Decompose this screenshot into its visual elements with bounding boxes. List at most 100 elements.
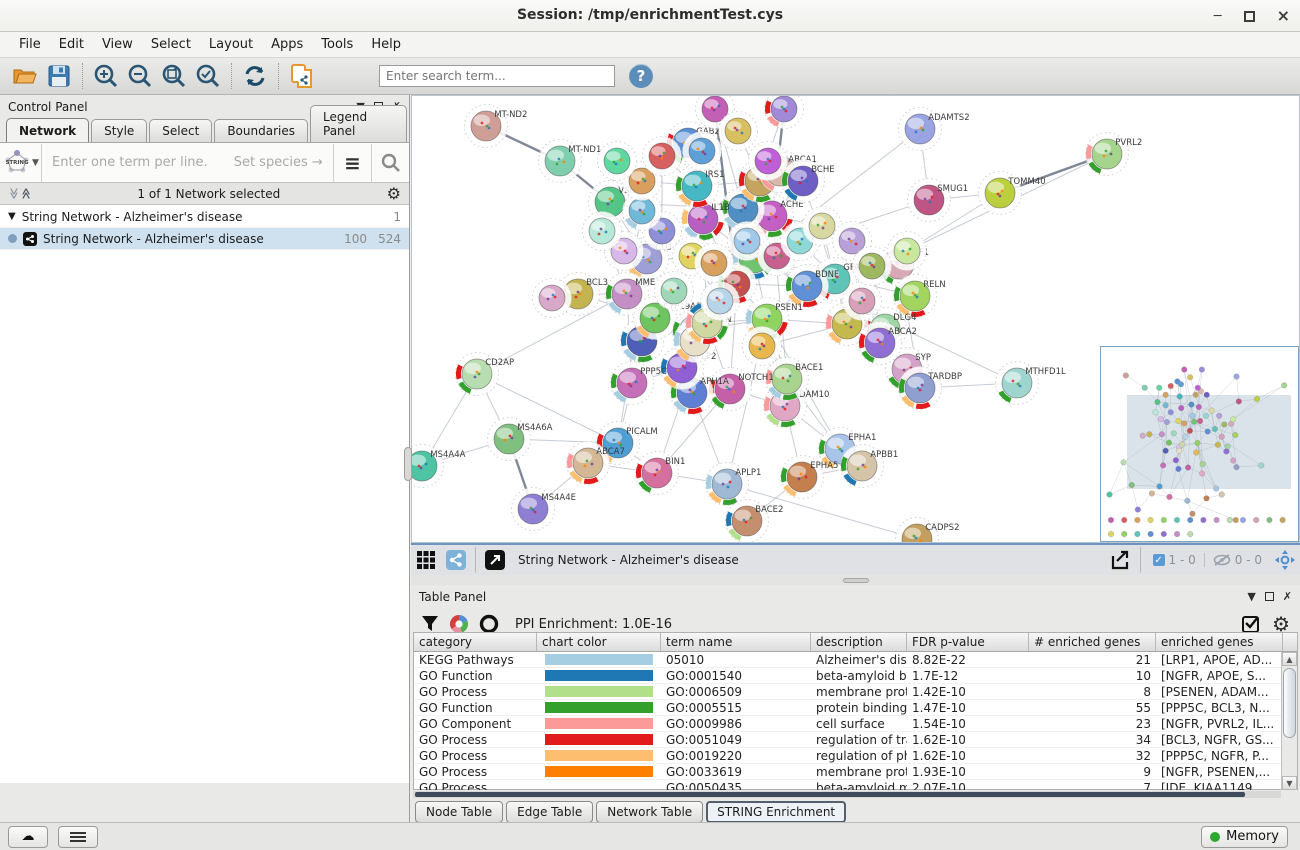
column-header-FDR-p-value[interactable]: FDR p-value	[907, 633, 1029, 651]
menu-file[interactable]: File	[10, 33, 50, 56]
scroll-up-arrow[interactable]: ▲	[1282, 652, 1297, 666]
birds-eye-view[interactable]	[1100, 346, 1299, 542]
string-options-button[interactable]: ≡	[333, 144, 371, 182]
open-session-button[interactable]	[10, 61, 40, 91]
column-header-enriched-genes[interactable]: enriched genes	[1156, 633, 1283, 651]
string-search-source-button[interactable]: STRING ▼	[0, 144, 42, 182]
network-canvas[interactable]: MT-ND2MT-ND1VSNL1GAB2ADAMTS2PVRL2TOMM40S…	[411, 95, 1300, 543]
export-network-button[interactable]	[1106, 547, 1136, 573]
table-row[interactable]: KEGG Pathways05010Alzheimer's dise...8.8…	[414, 652, 1297, 668]
column-header-term-name[interactable]: term name	[661, 633, 811, 651]
help-button[interactable]: ?	[629, 64, 653, 88]
protein-node[interactable]	[749, 142, 788, 181]
collapse-arrow-icon[interactable]: ▼	[8, 211, 16, 222]
protein-node-cadps2[interactable]: CADPS2	[896, 518, 960, 543]
tab-select[interactable]: Select	[149, 119, 212, 142]
protein-node-pvrl2[interactable]: PVRL2	[1086, 133, 1143, 176]
protein-node[interactable]	[583, 212, 622, 251]
network-options-gear-icon[interactable]: ⚙	[387, 186, 401, 202]
protein-node-tomm40[interactable]: TOMM40	[979, 172, 1046, 215]
protein-node-ppp5c[interactable]: PPP5C	[611, 362, 668, 405]
horizontal-scrollbar[interactable]	[413, 791, 1281, 798]
protein-node-cd2ap[interactable]: CD2AP	[456, 353, 515, 396]
protein-node-mthfd1l[interactable]: MTHFD1L	[996, 362, 1067, 405]
protein-node[interactable]	[743, 327, 782, 366]
zoom-fit-button[interactable]	[159, 61, 189, 91]
protein-node-ms4a4e[interactable]: MS4A4E	[512, 488, 576, 531]
protein-node[interactable]	[719, 112, 758, 151]
cloud-tasks-button[interactable]: ☁	[8, 826, 48, 848]
collapse-all-icon[interactable]: ≫	[19, 188, 32, 200]
tab-boundaries[interactable]: Boundaries	[214, 119, 308, 142]
column-header-description[interactable]: description	[811, 633, 907, 651]
table-panel-close-button[interactable]: ✗	[1283, 590, 1292, 603]
pie-chart-icon[interactable]	[449, 614, 469, 634]
scroll-down-arrow[interactable]: ▼	[1282, 776, 1297, 790]
table-splitter[interactable]	[411, 575, 1300, 585]
table-row[interactable]: GO FunctionGO:0001540beta-amyloid bi...1…	[414, 668, 1297, 684]
vertical-scrollbar[interactable]: ▲ ▼	[1281, 652, 1297, 790]
protein-node-mt-nd1[interactable]: MT-ND1	[539, 140, 602, 183]
table-row[interactable]: GO FunctionGO:0005515protein binding1.47…	[414, 700, 1297, 716]
zoom-out-button[interactable]	[125, 61, 155, 91]
search-input[interactable]	[379, 65, 615, 87]
protein-node[interactable]	[843, 282, 882, 321]
table-tab-network-table[interactable]: Network Table	[596, 801, 703, 823]
string-search-button[interactable]	[371, 144, 409, 182]
table-row[interactable]: GO ProcessGO:0051049regulation of tra...…	[414, 732, 1297, 748]
select-all-checkbox-icon[interactable]	[1242, 614, 1262, 634]
network-collection-row[interactable]: ▼ String Network - Alzheimer's disease 1	[0, 206, 409, 228]
column-header--enriched-genes[interactable]: # enriched genes	[1029, 633, 1156, 651]
network-from-clipboard-button[interactable]	[287, 61, 317, 91]
string-query-input[interactable]: Enter one term per line. Set species →	[42, 155, 333, 170]
horizontal-scrollbar-thumb[interactable]	[415, 792, 1245, 797]
string-view-button[interactable]	[441, 547, 471, 573]
table-panel-maximize-button[interactable]	[1265, 592, 1274, 601]
protein-node[interactable]	[853, 247, 892, 286]
maximize-button[interactable]	[1244, 11, 1255, 22]
menu-select[interactable]: Select	[142, 33, 200, 56]
table-tab-string-enrichment[interactable]: STRING Enrichment	[706, 801, 846, 823]
column-header-chart-color[interactable]: chart color	[537, 633, 661, 651]
close-button[interactable]: ×	[1277, 8, 1290, 24]
zoom-in-button[interactable]	[91, 61, 121, 91]
scrollbar-thumb[interactable]	[1283, 668, 1296, 738]
menu-help[interactable]: Help	[362, 33, 410, 56]
column-header-category[interactable]: category	[414, 633, 537, 651]
menu-layout[interactable]: Layout	[200, 33, 262, 56]
protein-node-ms4a6a[interactable]: MS4A6A	[488, 418, 553, 461]
minimize-button[interactable]: ─	[1214, 10, 1222, 23]
network-row-selected[interactable]: String Network - Alzheimer's disease 100…	[0, 228, 409, 250]
table-row[interactable]: GO ComponentGO:0009986cell surface1.54E-…	[414, 716, 1297, 732]
panel-splitter-handle[interactable]	[404, 447, 412, 481]
table-settings-gear-icon[interactable]: ⚙	[1272, 614, 1290, 634]
protein-node-apbb1[interactable]: APBB1	[841, 445, 899, 488]
birdseye-toggle-button[interactable]	[1270, 547, 1300, 573]
ring-chart-icon[interactable]	[479, 614, 499, 634]
protein-node[interactable]	[533, 279, 572, 318]
protein-node[interactable]	[683, 132, 722, 171]
table-row[interactable]: GO ProcessGO:0019220regulation of ph...1…	[414, 748, 1297, 764]
menu-tools[interactable]: Tools	[312, 33, 362, 56]
tab-network[interactable]: Network	[6, 118, 89, 142]
zoom-selected-button[interactable]	[193, 61, 223, 91]
table-tab-edge-table[interactable]: Edge Table	[506, 801, 593, 823]
menu-view[interactable]: View	[93, 33, 142, 56]
protein-node[interactable]	[598, 142, 637, 181]
tab-legend-panel[interactable]: Legend Panel	[310, 105, 407, 142]
grid-view-button[interactable]	[411, 547, 441, 573]
protein-node-epha5[interactable]: EPHA5	[781, 456, 839, 499]
save-session-button[interactable]	[44, 61, 74, 91]
table-tab-node-table[interactable]: Node Table	[415, 801, 503, 823]
protein-node-smug1[interactable]: SMUG1	[908, 179, 969, 222]
tab-style[interactable]: Style	[91, 119, 147, 142]
table-row[interactable]: GO ProcessGO:0006509membrane prot...1.42…	[414, 684, 1297, 700]
protein-node-reln[interactable]: RELN	[894, 275, 946, 318]
protein-node[interactable]	[695, 244, 734, 283]
protein-node-irs1[interactable]: IRS1	[676, 165, 725, 208]
protein-node[interactable]	[655, 272, 694, 311]
menu-apps[interactable]: Apps	[262, 33, 312, 56]
protein-node-adamts2[interactable]: ADAMTS2	[899, 108, 970, 151]
protein-node-bin1[interactable]: BIN1	[636, 452, 686, 495]
menu-edit[interactable]: Edit	[50, 33, 93, 56]
